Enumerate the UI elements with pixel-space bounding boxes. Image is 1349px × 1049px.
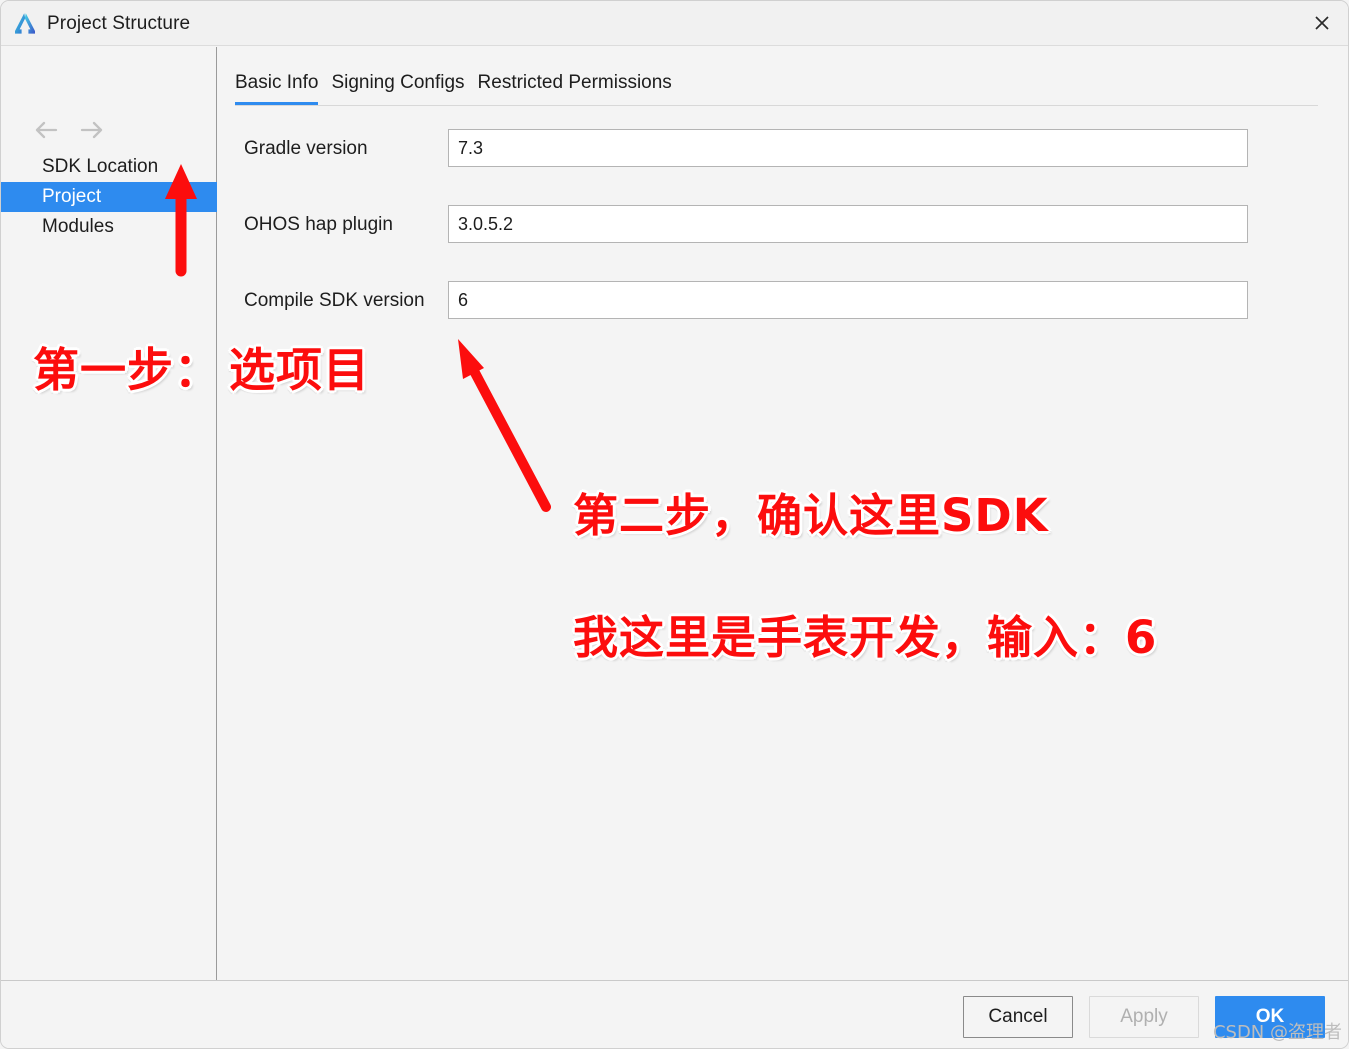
tab-label: Signing Configs: [331, 72, 465, 93]
ok-button[interactable]: OK: [1215, 996, 1325, 1038]
gradle-version-label: Gradle version: [244, 138, 368, 159]
arrow-left-icon[interactable]: [33, 117, 61, 143]
title-bar: Project Structure: [1, 1, 1348, 46]
sidebar-item-label: Modules: [42, 216, 114, 237]
tab-label: Basic Info: [235, 72, 319, 93]
compile-sdk-version-input[interactable]: [448, 281, 1248, 319]
ohos-hap-plugin-label: OHOS hap plugin: [244, 214, 393, 235]
tab-underline: [235, 105, 1318, 106]
form-row-compile-sdk-version: Compile SDK version: [218, 275, 1348, 351]
window-frame: Project Structure SDK Location Project M…: [0, 0, 1349, 1049]
content-panel: Basic Info Signing Configs Restricted Pe…: [218, 47, 1348, 981]
footer-button-row: Cancel Apply OK: [963, 996, 1325, 1038]
close-icon: [1312, 13, 1332, 33]
dialog-footer: Cancel Apply OK: [1, 980, 1348, 1048]
close-button[interactable]: [1296, 1, 1348, 45]
sidebar: SDK Location Project Modules: [1, 47, 217, 981]
tab-basic-info[interactable]: Basic Info: [235, 71, 319, 105]
apply-button-label: Apply: [1120, 1006, 1168, 1027]
deveco-studio-logo-icon: [13, 12, 37, 35]
ohos-hap-plugin-input[interactable]: [448, 205, 1248, 243]
cancel-button[interactable]: Cancel: [963, 996, 1073, 1038]
gradle-version-input[interactable]: [448, 129, 1248, 167]
sidebar-item-label: SDK Location: [42, 156, 159, 177]
nav-arrows: [33, 117, 105, 143]
cancel-button-label: Cancel: [988, 1006, 1048, 1027]
basic-info-form: Gradle version OHOS hap plugin Compile S…: [218, 123, 1348, 351]
apply-button[interactable]: Apply: [1089, 996, 1199, 1038]
tab-strip: Basic Info Signing Configs Restricted Pe…: [224, 67, 1318, 109]
sidebar-item-sdk-location[interactable]: SDK Location: [1, 152, 217, 182]
sidebar-nav-list: SDK Location Project Modules: [1, 152, 217, 242]
arrow-right-icon[interactable]: [77, 117, 105, 143]
tab-signing-configs[interactable]: Signing Configs: [331, 71, 464, 105]
project-structure-dialog: Project Structure SDK Location Project M…: [0, 0, 1349, 1049]
tab-label: Restricted Permissions: [477, 72, 672, 93]
tab-list: Basic Info Signing Configs Restricted Pe…: [224, 67, 1318, 105]
form-row-gradle-version: Gradle version: [218, 123, 1348, 199]
sidebar-item-label: Project: [42, 186, 102, 207]
compile-sdk-version-label: Compile SDK version: [244, 290, 425, 311]
tab-restricted-permissions[interactable]: Restricted Permissions: [478, 71, 672, 105]
sidebar-item-project[interactable]: Project: [1, 182, 217, 212]
ok-button-label: OK: [1255, 1006, 1285, 1027]
window-title: Project Structure: [47, 13, 191, 34]
form-row-ohos-hap-plugin: OHOS hap plugin: [218, 199, 1348, 275]
sidebar-item-modules[interactable]: Modules: [1, 212, 217, 242]
